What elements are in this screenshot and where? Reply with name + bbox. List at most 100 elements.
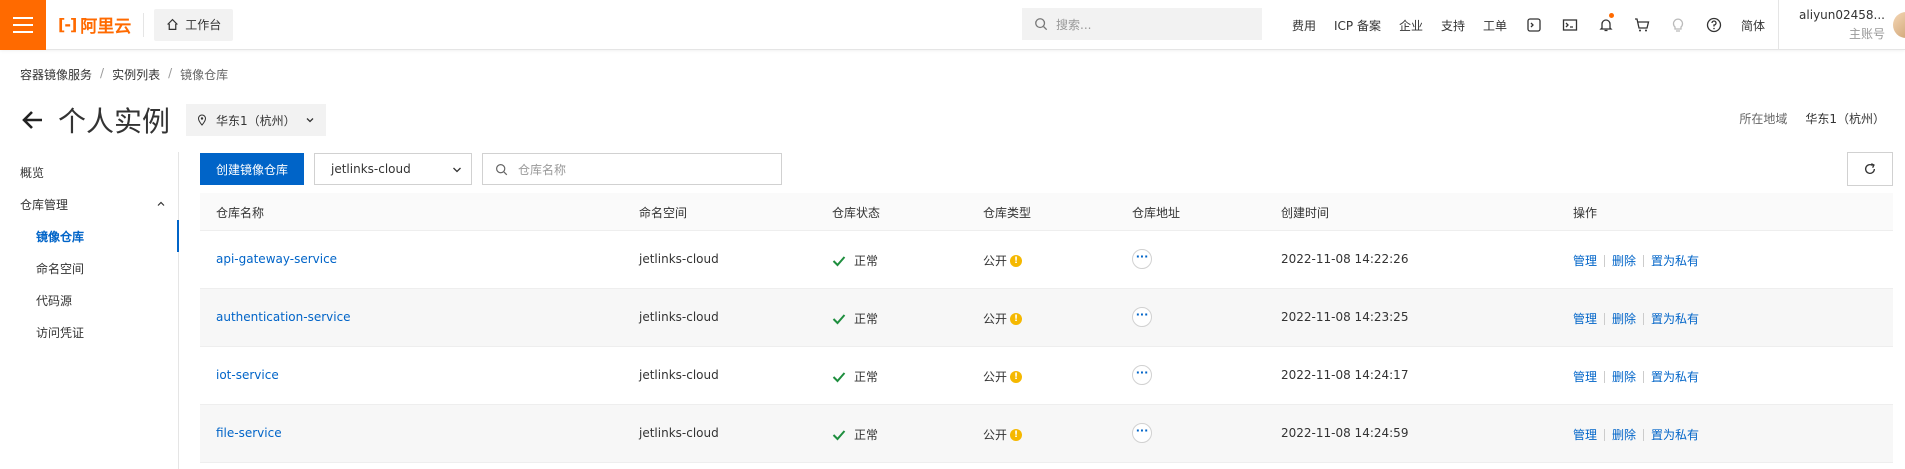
check-icon	[832, 429, 846, 440]
manage-link[interactable]: 管理	[1573, 368, 1597, 385]
sidebar-item-access-credentials[interactable]: 访问凭证	[0, 316, 178, 348]
col-header-type: 仓库类型	[983, 206, 1032, 220]
cloud-shell-icon[interactable]	[1516, 0, 1552, 50]
back-arrow-icon[interactable]	[20, 107, 46, 133]
user-menu[interactable]: aliyun02458... 主账号	[1778, 0, 1905, 50]
sidebar-item-image-repos[interactable]: 镜像仓库	[0, 220, 179, 252]
table-header: 仓库名称 命名空间 仓库状态 仓库类型 仓库地址 创建时间 操作	[200, 193, 1893, 231]
sidebar-item-label: 镜像仓库	[36, 229, 85, 244]
search-input[interactable]: 搜索...	[1022, 8, 1262, 40]
manage-link[interactable]: 管理	[1573, 426, 1597, 443]
make-private-link[interactable]: 置为私有	[1651, 252, 1699, 269]
avatar[interactable]	[1893, 12, 1905, 38]
logo[interactable]: [-] 阿里云	[58, 0, 131, 50]
warning-icon[interactable]: !	[1010, 312, 1023, 325]
lightbulb-icon[interactable]	[1660, 0, 1696, 50]
created-time-cell: 2022-11-08 14:23:25	[1281, 310, 1409, 324]
nav-support[interactable]: 支持	[1432, 17, 1474, 34]
status-text: 正常	[854, 428, 879, 442]
terminal-icon[interactable]	[1552, 0, 1588, 50]
make-private-link[interactable]: 置为私有	[1651, 310, 1699, 327]
type-text: 公开	[983, 312, 1008, 326]
refresh-icon	[1864, 163, 1876, 175]
delete-link[interactable]: 删除	[1612, 252, 1636, 269]
manage-link[interactable]: 管理	[1573, 252, 1597, 269]
col-header-address: 仓库地址	[1132, 206, 1181, 220]
namespace-select[interactable]: jetlinks-cloud	[314, 153, 472, 185]
type-text: 公开	[983, 370, 1008, 384]
cart-icon[interactable]	[1624, 0, 1660, 50]
nav-ticket[interactable]: 工单	[1474, 17, 1516, 34]
help-icon[interactable]	[1696, 0, 1732, 50]
chevron-down-icon	[306, 118, 314, 123]
created-time-cell: 2022-11-08 14:22:26	[1281, 252, 1409, 266]
col-header-status: 仓库状态	[832, 206, 881, 220]
more-icon[interactable]: ···	[1132, 423, 1152, 443]
menu-icon[interactable]	[0, 0, 46, 50]
repo-name-search-input[interactable]: 仓库名称	[482, 153, 782, 185]
delete-link[interactable]: 删除	[1612, 426, 1636, 443]
breadcrumb-item-instances[interactable]: 实例列表	[112, 66, 160, 83]
repo-name-link[interactable]: api-gateway-service	[216, 252, 337, 266]
sidebar-item-overview[interactable]: 概览	[0, 156, 178, 188]
nav-fees[interactable]: 费用	[1283, 17, 1325, 34]
namespace-cell: jetlinks-cloud	[639, 252, 719, 266]
check-icon	[832, 313, 846, 324]
delete-link[interactable]: 删除	[1612, 310, 1636, 327]
type-cell: 公开 !	[983, 368, 1023, 385]
workbench-button[interactable]: 工作台	[154, 8, 234, 41]
refresh-button[interactable]	[1847, 152, 1893, 186]
make-private-link[interactable]: 置为私有	[1651, 368, 1699, 385]
sidebar-item-label: 访问凭证	[36, 325, 85, 340]
warning-icon[interactable]: !	[1010, 370, 1023, 383]
status-cell: 正常	[832, 426, 878, 443]
user-role: 主账号	[1848, 27, 1885, 41]
page-title: 个人实例	[58, 105, 171, 138]
col-header-name: 仓库名称	[216, 206, 265, 220]
warning-icon[interactable]: !	[1010, 254, 1023, 267]
divider	[1604, 254, 1606, 267]
language-switch[interactable]: 简体	[1732, 17, 1774, 34]
region-selector[interactable]: 华东1（杭州）	[186, 104, 326, 136]
nav-icp[interactable]: ICP 备案	[1325, 17, 1390, 34]
divider	[1643, 370, 1645, 383]
type-cell: 公开 !	[983, 310, 1023, 327]
sidebar-item-code-source[interactable]: 代码源	[0, 284, 178, 316]
repo-name-placeholder: 仓库名称	[518, 162, 567, 177]
logo-mark-icon: [-]	[58, 15, 77, 34]
repo-table: 仓库名称 命名空间 仓库状态 仓库类型 仓库地址 创建时间 操作 api-gat…	[200, 193, 1893, 463]
region-select-value: 华东1（杭州）	[216, 113, 296, 128]
sidebar-group-repo-management[interactable]: 仓库管理	[0, 188, 178, 220]
bell-icon[interactable]	[1588, 0, 1624, 50]
check-icon	[832, 255, 846, 266]
sidebar: 概览 仓库管理 镜像仓库 命名空间 代码源 访问凭证	[0, 152, 179, 469]
workbench-label: 工作台	[185, 18, 222, 32]
make-private-link[interactable]: 置为私有	[1651, 426, 1699, 443]
more-icon[interactable]: ···	[1132, 307, 1152, 327]
repo-name-link[interactable]: authentication-service	[216, 310, 351, 324]
breadcrumb-separator: /	[168, 66, 173, 80]
sidebar-item-label: 概览	[20, 165, 45, 180]
create-repo-button[interactable]: 创建镜像仓库	[200, 153, 305, 185]
manage-link[interactable]: 管理	[1573, 310, 1597, 327]
user-name: aliyun02458...	[1799, 8, 1885, 22]
breadcrumb-item-acr[interactable]: 容器镜像服务	[20, 66, 92, 83]
repo-name-link[interactable]: iot-service	[216, 368, 279, 382]
namespace-cell: jetlinks-cloud	[639, 426, 719, 440]
status-cell: 正常	[832, 310, 878, 327]
warning-icon[interactable]: !	[1010, 428, 1023, 441]
nav-enterprise[interactable]: 企业	[1390, 17, 1432, 34]
table-row: file-service jetlinks-cloud 正常 公开 ! ··· …	[200, 405, 1893, 463]
sidebar-item-namespaces[interactable]: 命名空间	[0, 252, 178, 284]
chevron-down-icon	[453, 167, 461, 173]
table-row: iot-service jetlinks-cloud 正常 公开 ! ··· 2…	[200, 347, 1893, 405]
status-text: 正常	[854, 312, 879, 326]
more-icon[interactable]: ···	[1132, 249, 1152, 269]
more-icon[interactable]: ···	[1132, 365, 1152, 385]
delete-link[interactable]: 删除	[1612, 368, 1636, 385]
divider	[1643, 428, 1645, 441]
actions-cell: 管理 删除 置为私有	[1573, 368, 1699, 385]
divider	[143, 12, 145, 37]
repo-name-link[interactable]: file-service	[216, 426, 282, 440]
chevron-up-icon	[157, 201, 165, 206]
